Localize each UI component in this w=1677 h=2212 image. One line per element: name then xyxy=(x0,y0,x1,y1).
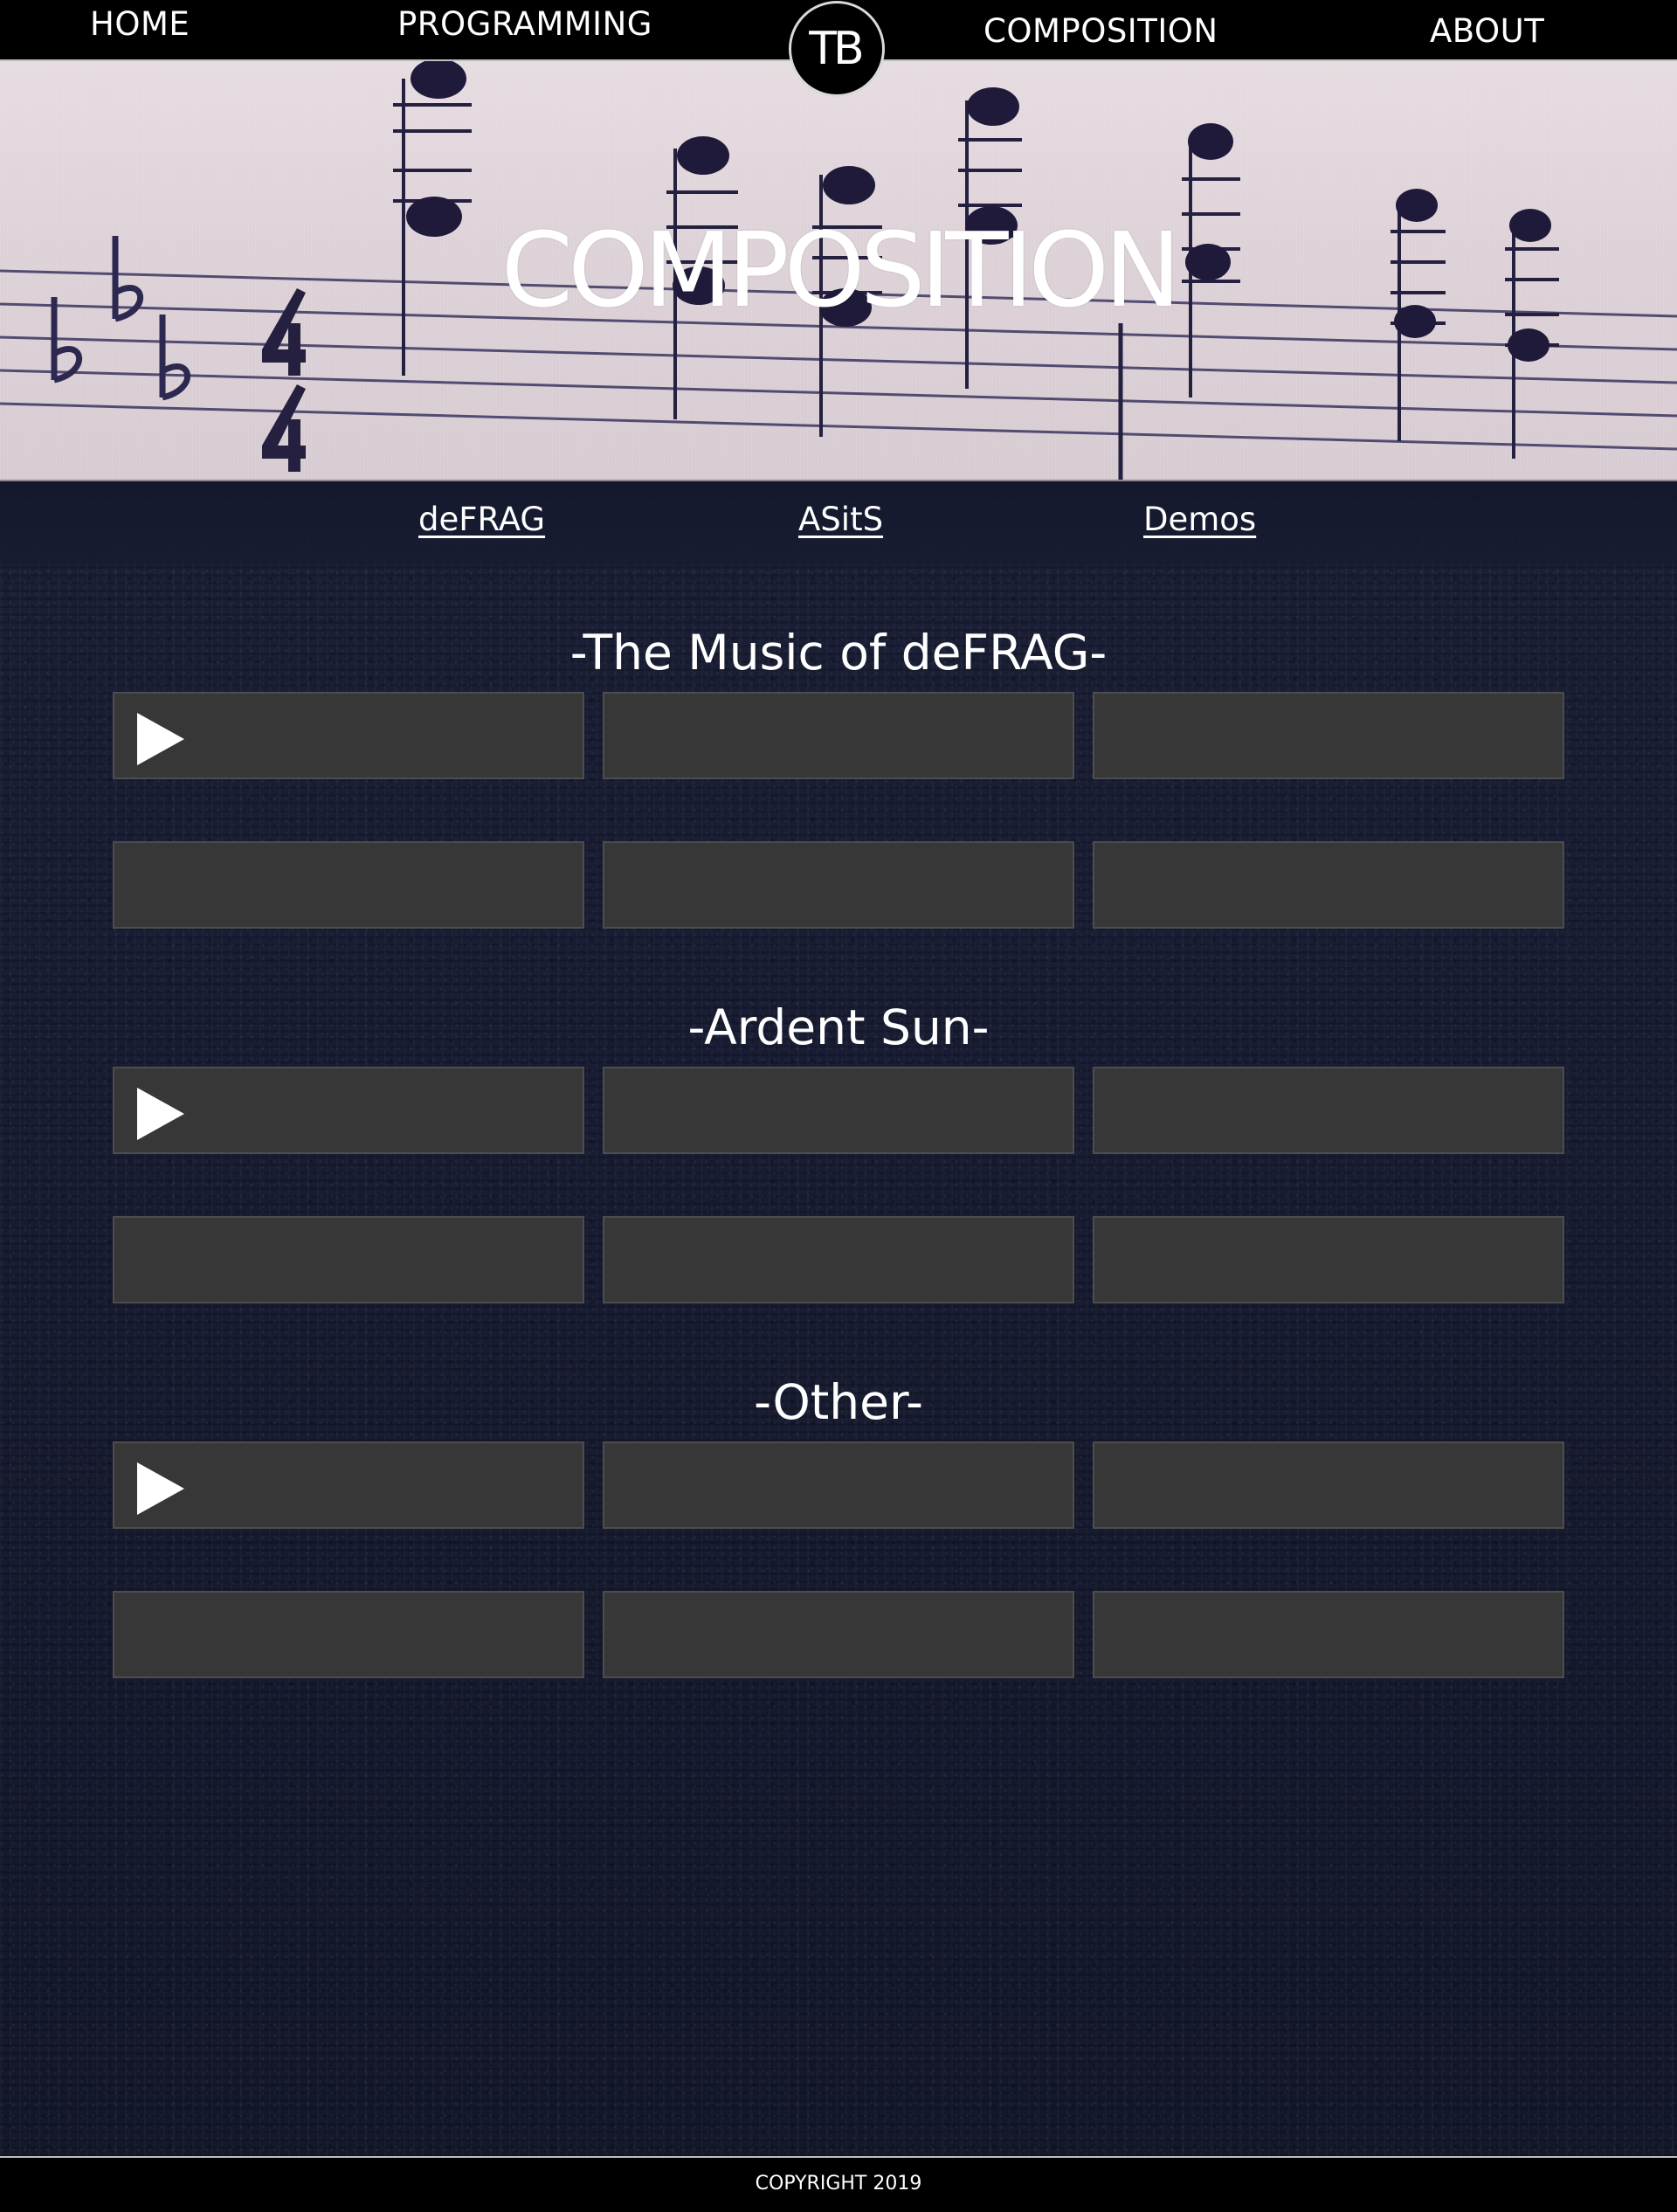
subnav-demos-link[interactable]: Demos xyxy=(1143,501,1256,538)
footer: COPYRIGHT 2019 xyxy=(0,2156,1677,2212)
subnav-asits-link[interactable]: ASitS xyxy=(798,501,883,538)
play-icon[interactable] xyxy=(137,1462,184,1515)
audio-player[interactable] xyxy=(603,1067,1074,1154)
audio-player[interactable] xyxy=(1093,1216,1564,1303)
audio-player[interactable] xyxy=(1093,692,1564,779)
section-title-defrag: -The Music of deFRAG- xyxy=(569,625,1108,681)
audio-player[interactable] xyxy=(113,1067,584,1154)
nav-about-link[interactable]: ABOUT xyxy=(1430,12,1544,50)
audio-player[interactable] xyxy=(603,841,1074,929)
audio-player[interactable] xyxy=(113,692,584,779)
hero-title: COMPOSITION xyxy=(500,210,1182,330)
nav-composition-link[interactable]: COMPOSITION xyxy=(983,12,1218,50)
audio-player[interactable] xyxy=(113,1591,584,1678)
copyright-text: COPYRIGHT 2019 xyxy=(755,2173,922,2195)
audio-player[interactable] xyxy=(1093,1067,1564,1154)
audio-player[interactable] xyxy=(113,1441,584,1529)
audio-player[interactable] xyxy=(113,1216,584,1303)
audio-player[interactable] xyxy=(603,1216,1074,1303)
logo-text: TB xyxy=(809,23,864,75)
sub-nav: deFRAG ASitS Demos xyxy=(0,481,1677,565)
audio-player[interactable] xyxy=(603,1441,1074,1529)
audio-player[interactable] xyxy=(1093,1441,1564,1529)
subnav-defrag-link[interactable]: deFRAG xyxy=(418,501,545,538)
audio-player[interactable] xyxy=(1093,841,1564,929)
audio-player[interactable] xyxy=(1093,1591,1564,1678)
site-logo[interactable]: TB xyxy=(789,1,885,97)
audio-player[interactable] xyxy=(603,692,1074,779)
audio-player[interactable] xyxy=(603,1591,1074,1678)
nav-programming-link[interactable]: PROGRAMMING xyxy=(397,5,652,43)
audio-player[interactable] xyxy=(113,841,584,929)
hero-banner: COMPOSITION xyxy=(0,61,1677,481)
play-icon[interactable] xyxy=(137,1088,184,1140)
section-title-ardent-sun: -Ardent Sun- xyxy=(687,999,990,1055)
nav-home-link[interactable]: HOME xyxy=(90,5,190,43)
section-title-other: -Other- xyxy=(754,1374,923,1430)
play-icon[interactable] xyxy=(137,713,184,765)
